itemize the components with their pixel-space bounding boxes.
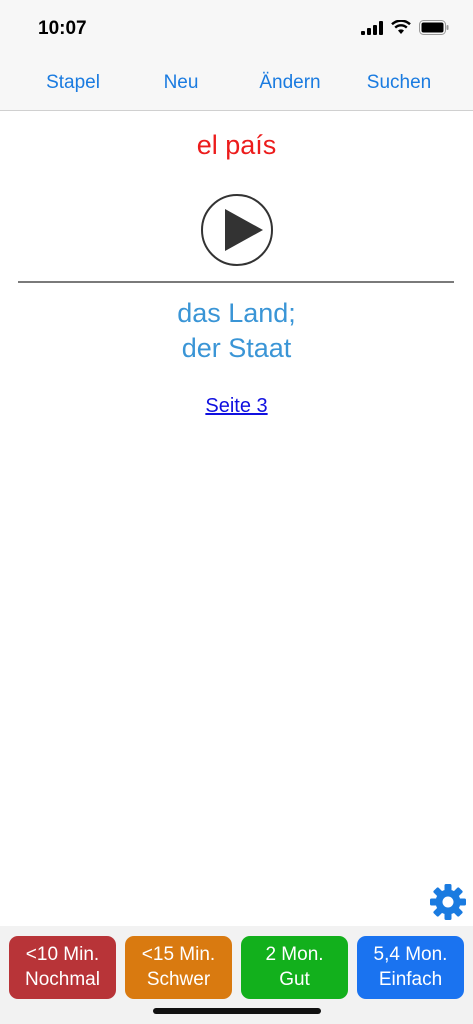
answer-again-time: <10 Min. xyxy=(25,944,100,965)
neu-button[interactable]: Neu xyxy=(126,72,236,94)
status-icons xyxy=(361,19,449,40)
answer-good-time: 2 Mon. xyxy=(265,944,324,965)
answer-hard-time: <15 Min. xyxy=(141,944,216,965)
stapel-button[interactable]: Stapel xyxy=(18,72,128,94)
answer-again-button[interactable]: <10 Min. Nochmal xyxy=(9,936,116,999)
wifi-icon xyxy=(391,19,411,40)
card-back-line-1: das Land; xyxy=(177,298,296,328)
card-back-line-2: der Staat xyxy=(181,333,292,363)
play-icon xyxy=(225,209,263,251)
home-indicator[interactable] xyxy=(153,1008,321,1014)
card-back-text: das Land; der Staat xyxy=(0,296,473,366)
play-audio-button[interactable] xyxy=(201,194,273,266)
answer-easy-time: 5,4 Mon. xyxy=(373,944,448,965)
answer-hard-button[interactable]: <15 Min. Schwer xyxy=(125,936,232,999)
screen: 10:07 Stapel Neu Ändern Suchen el país d… xyxy=(0,0,473,1024)
answer-good-button[interactable]: 2 Mon. Gut xyxy=(241,936,348,999)
suchen-button[interactable]: Suchen xyxy=(344,72,454,94)
toolbar: Stapel Neu Ändern Suchen xyxy=(0,60,473,111)
aendern-button[interactable]: Ändern xyxy=(235,72,345,94)
page-link[interactable]: Seite 3 xyxy=(0,395,473,418)
answer-again-label: Nochmal xyxy=(25,969,100,990)
gear-icon[interactable] xyxy=(429,883,467,921)
status-bar: 10:07 xyxy=(0,0,473,60)
answer-hard-label: Schwer xyxy=(146,969,211,990)
signal-icon xyxy=(361,20,383,40)
status-time: 10:07 xyxy=(38,18,87,39)
answer-easy-button[interactable]: 5,4 Mon. Einfach xyxy=(357,936,464,999)
battery-icon xyxy=(419,20,449,40)
card-front-word: el país xyxy=(196,130,277,160)
answer-good-label: Gut xyxy=(279,969,310,990)
answer-easy-label: Einfach xyxy=(378,969,443,990)
card-divider xyxy=(18,281,454,283)
